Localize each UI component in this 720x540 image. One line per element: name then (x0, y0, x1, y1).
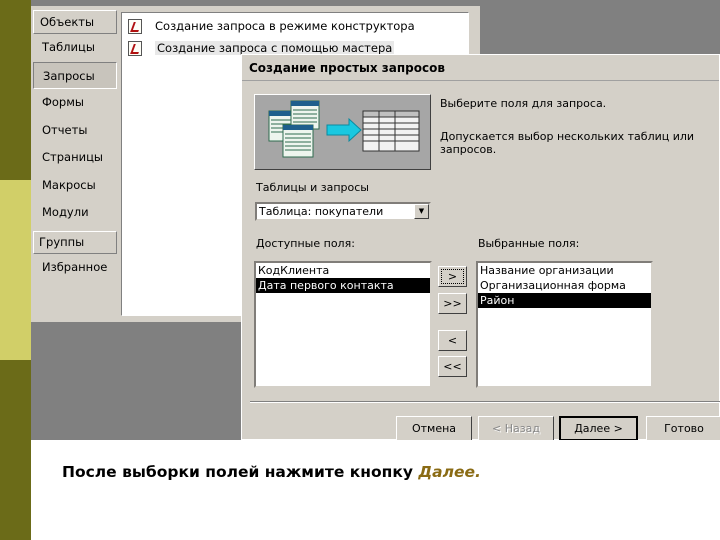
object-label: Создание запроса с помощью мастера (155, 41, 395, 55)
list-item[interactable]: Дата первого контакта (256, 278, 430, 293)
add-field-button[interactable]: > (438, 266, 467, 287)
groups-header[interactable]: Группы (33, 230, 117, 254)
selected-fields-list[interactable]: Название организации Организационная фор… (476, 261, 653, 388)
tables-queries-label: Таблицы и запросы (256, 181, 369, 194)
nav-item-pages[interactable]: Страницы (33, 144, 117, 172)
wizard-title: Создание простых запросов (246, 59, 448, 77)
list-item[interactable]: Район (478, 293, 651, 308)
caption-accent: Далее. (418, 463, 481, 481)
available-fields-list[interactable]: КодКлиента Дата первого контакта (254, 261, 432, 388)
back-button[interactable]: < Назад (478, 416, 554, 440)
divider (250, 401, 720, 403)
next-button[interactable]: Далее > (559, 416, 638, 440)
tables-queries-select[interactable]: Таблица: покупатели ▼ (255, 202, 431, 221)
slide-stripe-bottom (0, 360, 31, 540)
list-item[interactable]: Создание запроса в режиме конструктора (128, 17, 415, 35)
available-fields-label: Доступные поля: (256, 237, 355, 250)
query-wizard-icon (128, 40, 142, 56)
add-all-fields-button[interactable]: >> (438, 293, 467, 314)
tables-to-query-illustration-icon (268, 100, 420, 158)
wizard-illustration (254, 94, 431, 170)
simple-query-wizard: Создание простых запросов Выберите поля … (241, 54, 720, 440)
wizard-instruction: Выберите поля для запроса. (440, 97, 607, 110)
list-item[interactable]: Организационная форма (478, 278, 651, 293)
nav-item-reports[interactable]: Отчеты (33, 117, 117, 145)
caption-text: После выборки полей нажмите кнопку (62, 463, 419, 481)
nav-item-queries[interactable]: Запросы (33, 61, 117, 89)
tables-queries-value: Таблица: покупатели (259, 205, 384, 218)
list-item[interactable]: Название организации (478, 263, 651, 278)
slide-stripe-top (0, 0, 31, 180)
slide-caption: После выборки полей нажмите кнопку Далее… (62, 463, 481, 481)
query-design-icon (128, 18, 142, 34)
selected-fields-label: Выбранные поля: (478, 237, 580, 250)
screenshot-area: Объекты Таблицы Запросы Формы Отчеты Стр… (31, 0, 720, 440)
nav-item-macros[interactable]: Макросы (33, 172, 117, 200)
remove-field-button[interactable]: < (438, 330, 467, 351)
finish-button[interactable]: Готово (646, 416, 720, 440)
remove-all-fields-button[interactable]: << (438, 356, 467, 377)
nav-item-forms[interactable]: Формы (33, 89, 117, 117)
chevron-down-icon[interactable]: ▼ (414, 204, 429, 219)
wizard-instruction-secondary: Допускается выбор нескольких таблиц или … (440, 130, 695, 156)
slide-stripe-middle (0, 180, 31, 360)
wizard-title-bar: Создание простых запросов (242, 55, 719, 81)
cancel-button[interactable]: Отмена (396, 416, 472, 440)
nav-item-tables[interactable]: Таблицы (33, 34, 117, 62)
object-label: Создание запроса в режиме конструктора (155, 19, 415, 33)
objects-bar: Объекты Таблицы Запросы Формы Отчеты Стр… (33, 10, 117, 316)
objects-header[interactable]: Объекты (33, 10, 117, 34)
nav-item-favorites[interactable]: Избранное (33, 254, 117, 280)
nav-item-modules[interactable]: Модули (33, 199, 117, 227)
list-item[interactable]: КодКлиента (256, 263, 430, 278)
